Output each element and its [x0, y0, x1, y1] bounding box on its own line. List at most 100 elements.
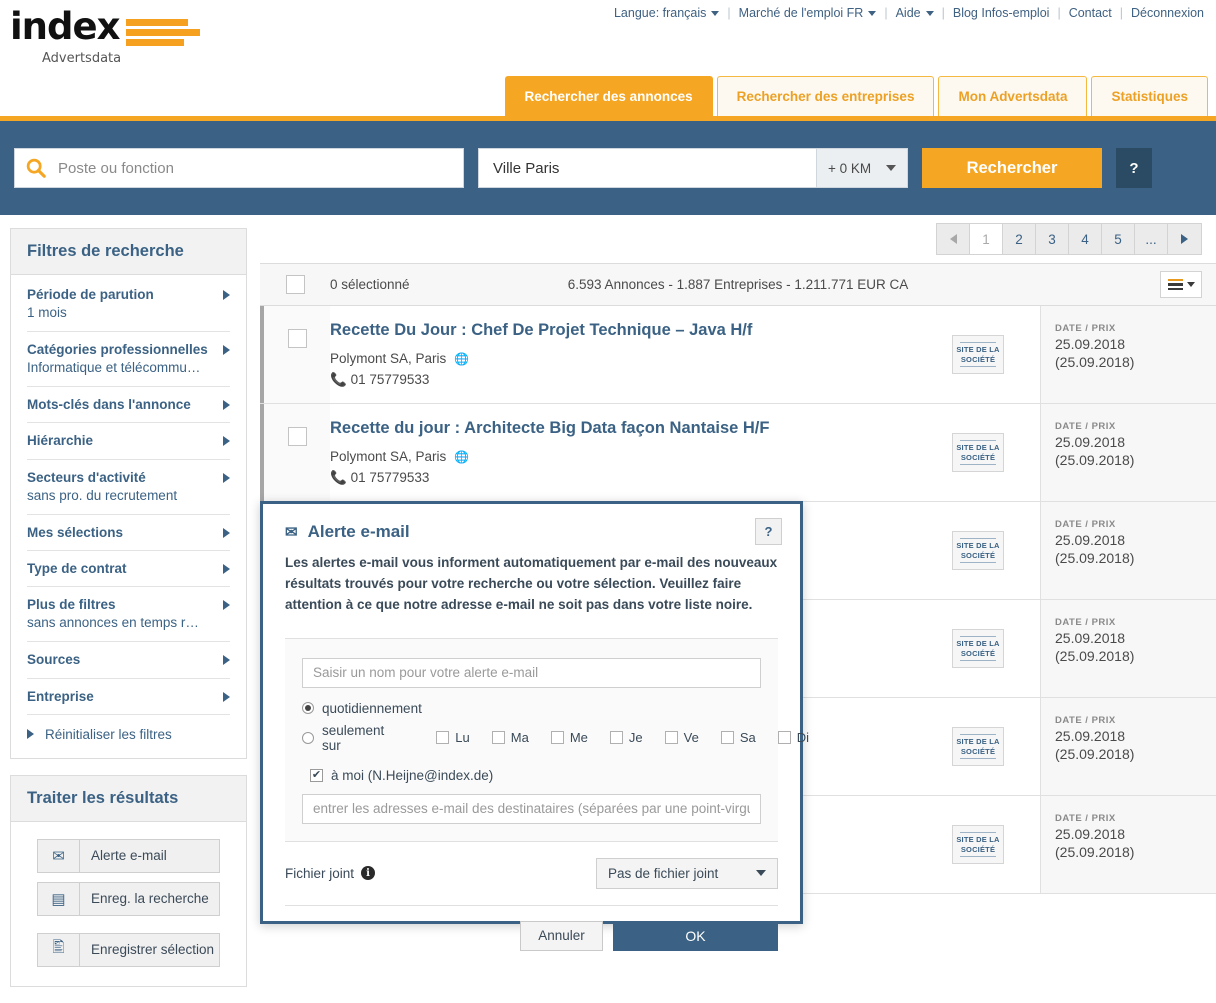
date-price-label: DATE / PRIX	[1055, 421, 1116, 432]
market-selector[interactable]: Marché de l'emploi FR	[739, 6, 877, 20]
filter-plus-de-filtres[interactable]: Plus de filtres sans annonces en temps r…	[27, 587, 230, 643]
help-menu[interactable]: Aide	[896, 6, 934, 20]
filter-mes-selections[interactable]: Mes sélections	[27, 515, 230, 551]
tab-rechercher-annonces[interactable]: Rechercher des annonces	[504, 76, 713, 116]
job-search-field[interactable]	[14, 148, 464, 188]
language-selector[interactable]: Langue: français	[614, 6, 720, 20]
floppy-disk-icon: ▤	[38, 882, 80, 915]
chevron-left-icon	[949, 234, 957, 244]
frequency-daily-option[interactable]: quotidiennement	[302, 701, 761, 716]
company-site-badge[interactable]: SITE DE LA SOCIÉTÉ	[952, 629, 1004, 668]
email-alert-button[interactable]: ✉ Alerte e-mail	[37, 838, 220, 873]
send-to-me-checkbox[interactable]: ✔	[310, 768, 323, 782]
globe-icon[interactable]: 🌐	[454, 450, 469, 464]
pagination-prev[interactable]	[937, 224, 970, 254]
attachment-select[interactable]: Pas de fichier joint	[596, 857, 778, 889]
blog-link[interactable]: Blog Infos-emploi	[953, 6, 1050, 20]
table-row[interactable]: Recette Du Jour : Chef De Projet Techniq…	[260, 306, 1216, 404]
pagination-next[interactable]	[1168, 224, 1201, 254]
city-input[interactable]	[491, 158, 804, 178]
chevron-right-icon	[223, 472, 230, 483]
globe-icon[interactable]: 🌐	[454, 352, 469, 366]
checkbox[interactable]	[609, 731, 623, 745]
location-group: + 0 KM	[478, 148, 908, 188]
pagination-page-5[interactable]: 5	[1102, 224, 1135, 254]
email-alert-label: Alerte e-mail	[91, 848, 167, 864]
job-title[interactable]: Recette Du Jour : Chef De Projet Techniq…	[330, 320, 906, 341]
pagination-page-4[interactable]: 4	[1069, 224, 1102, 254]
row-checkbox[interactable]	[287, 329, 307, 348]
checkbox[interactable]	[491, 731, 505, 745]
weekday-ve[interactable]: Ve	[659, 730, 699, 745]
logout-link[interactable]: Déconnexion	[1131, 6, 1204, 20]
first-date: (25.09.2018)	[1055, 844, 1135, 860]
weekday-ma[interactable]: Ma	[486, 730, 529, 745]
weekday-di[interactable]: Di	[772, 730, 809, 745]
checkbox[interactable]	[664, 731, 678, 745]
checkbox[interactable]	[436, 731, 450, 745]
search-input[interactable]	[56, 158, 453, 178]
tab-mon-advertsdata[interactable]: Mon Advertsdata	[938, 76, 1088, 116]
checkbox[interactable]	[550, 731, 564, 745]
company-site-badge[interactable]: SITE DE LA SOCIÉTÉ	[952, 727, 1004, 766]
weekday-me[interactable]: Me	[545, 730, 588, 745]
pagination-page-1[interactable]: 1	[970, 224, 1003, 254]
envelope-icon: ✉	[285, 524, 298, 541]
filter-value: 1 mois	[27, 305, 67, 321]
cancel-button[interactable]: Annuler	[520, 920, 603, 951]
divider: |	[1119, 5, 1124, 20]
company-site-badge[interactable]: SITE DE LA SOCIÉTÉ	[952, 433, 1004, 472]
checkbox[interactable]	[720, 731, 734, 745]
view-options-button[interactable]	[1160, 271, 1202, 298]
pagination: 1 2 3 4 5 ...	[936, 223, 1202, 255]
pagination-page-2[interactable]: 2	[1003, 224, 1036, 254]
tab-statistiques[interactable]: Statistiques	[1091, 76, 1208, 116]
date-price-label: DATE / PRIX	[1055, 519, 1116, 530]
search-button[interactable]: Rechercher	[922, 148, 1102, 188]
chevron-down-icon	[756, 870, 766, 877]
pagination-page-3[interactable]: 3	[1036, 224, 1069, 254]
recipients-input[interactable]	[302, 793, 761, 824]
radio-daily[interactable]	[302, 702, 314, 715]
radio-only-on[interactable]	[302, 731, 314, 744]
pagination-ellipsis[interactable]: ...	[1135, 224, 1168, 254]
checkbox[interactable]	[777, 731, 791, 745]
company-site-badge[interactable]: SITE DE LA SOCIÉTÉ	[952, 531, 1004, 570]
company-site-cell: SITE DE LA SOCIÉTÉ	[916, 698, 1040, 795]
filter-entreprise[interactable]: Entreprise	[27, 679, 230, 715]
save-search-button[interactable]: ▤ Enreg. la recherche	[37, 881, 220, 916]
weekday-sa[interactable]: Sa	[715, 730, 756, 745]
company-site-badge[interactable]: SITE DE LA SOCIÉTÉ	[952, 825, 1004, 864]
filter-value: sans annonces en temps réel	[27, 615, 202, 631]
contact-link[interactable]: Contact	[1069, 6, 1112, 20]
send-to-me-row[interactable]: ✔ à moi (N.Heijne@index.de)	[302, 768, 761, 783]
ok-button[interactable]: OK	[613, 920, 778, 951]
tab-rechercher-entreprises[interactable]: Rechercher des entreprises	[716, 76, 935, 116]
alert-name-input[interactable]	[302, 657, 761, 688]
filter-sources[interactable]: Sources	[27, 642, 230, 679]
reset-filters-button[interactable]: Réinitialiser les filtres	[27, 715, 230, 748]
filter-hierarchie[interactable]: Hiérarchie	[27, 423, 230, 460]
weekday-lu[interactable]: Lu	[430, 730, 470, 745]
filter-categories-professionnelles[interactable]: Catégories professionnelles Informatique…	[27, 332, 230, 388]
company-site-badge[interactable]: SITE DE LA SOCIÉTÉ	[952, 335, 1004, 374]
filter-mots-cles[interactable]: Mots-clés dans l'annonce	[27, 387, 230, 424]
radius-select[interactable]: + 0 KM	[816, 148, 908, 188]
table-row[interactable]: Recette du jour : Architecte Big Data fa…	[260, 404, 1216, 502]
select-all-checkbox[interactable]	[285, 275, 305, 294]
logo[interactable]: index Advertsdata	[10, 8, 201, 66]
dialog-help-button[interactable]: ?	[755, 518, 782, 545]
filter-secteurs-activite[interactable]: Secteurs d'activité sans pro. du recrute…	[27, 460, 230, 515]
city-field[interactable]	[478, 148, 816, 188]
info-icon[interactable]: i	[361, 866, 376, 881]
row-checkbox[interactable]	[287, 427, 307, 446]
frequency-custom-option[interactable]: seulement sur Lu Ma Me Je Ve Sa Di	[302, 723, 809, 753]
filter-type-de-contrat[interactable]: Type de contrat	[27, 551, 230, 588]
envelope-icon: ✉	[38, 839, 80, 872]
weekday-je[interactable]: Je	[604, 730, 643, 745]
search-help-button[interactable]: ?	[1116, 148, 1152, 188]
job-title[interactable]: Recette du jour : Architecte Big Data fa…	[330, 418, 906, 439]
filter-periode-de-parution[interactable]: Période de parution 1 mois	[27, 277, 230, 333]
save-selection-button[interactable]: 🖺 Enregistrer sélection	[37, 932, 220, 967]
date-price-cell: DATE / PRIX 25.09.2018 (25.09.2018)	[1040, 404, 1216, 501]
